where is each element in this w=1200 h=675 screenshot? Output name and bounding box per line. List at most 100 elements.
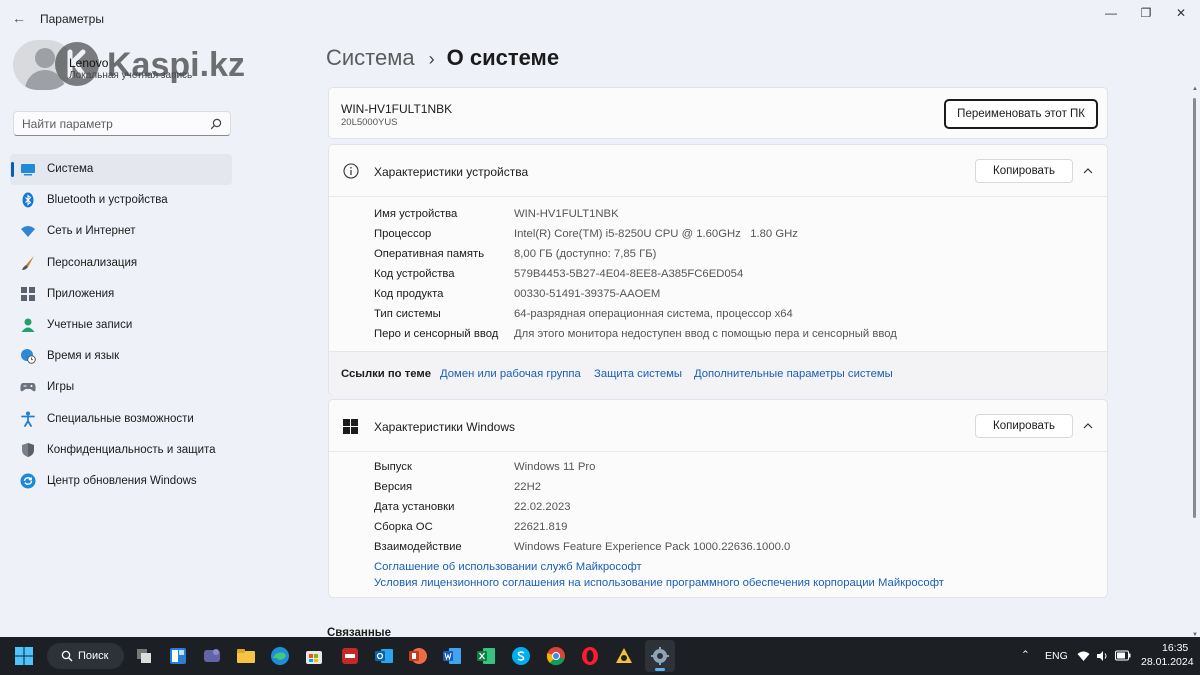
domain-workgroup-link[interactable]: Домен или рабочая группа bbox=[440, 368, 581, 380]
profile-account-type: Локальная учетная запись bbox=[69, 70, 193, 81]
spec-key: Код продукта bbox=[374, 288, 444, 300]
pdf-app-icon[interactable] bbox=[340, 646, 360, 666]
copy-windows-specs-button[interactable]: Копировать bbox=[975, 414, 1073, 438]
sidebar-item-network[interactable]: Сеть и Интернет bbox=[10, 216, 232, 247]
file-explorer-icon[interactable] bbox=[236, 646, 256, 666]
start-icon[interactable] bbox=[14, 646, 34, 666]
sidebar-item-privacy[interactable]: Конфиденциальность и защита bbox=[10, 435, 232, 466]
page-title: О системе bbox=[446, 45, 560, 70]
close-icon[interactable]: ✕ bbox=[1166, 4, 1196, 22]
spec-value: 579B4453-5B27-4E04-8EE8-A385FC6ED054 bbox=[514, 268, 744, 280]
active-app-indicator bbox=[655, 668, 665, 671]
chat-icon[interactable] bbox=[202, 646, 222, 666]
search-box[interactable] bbox=[13, 111, 231, 136]
sidebar-item-label: Приложения bbox=[47, 287, 115, 300]
active-indicator bbox=[11, 162, 14, 177]
sidebar-nav: Система Bluetooth и устройства Сеть и Ин… bbox=[10, 154, 232, 497]
taskbar-search[interactable]: Поиск bbox=[47, 643, 124, 669]
opera-icon[interactable] bbox=[580, 646, 600, 666]
device-specs-header[interactable]: Характеристики устройства Копировать bbox=[329, 145, 1107, 197]
pc-name: WIN-HV1FULT1NBK bbox=[341, 102, 453, 116]
windows-specs-list: Выпуск Windows 11 Pro Версия 22H2 Дата уст… bbox=[374, 458, 1094, 558]
sidebar-item-label: Персонализация bbox=[47, 256, 138, 269]
wifi-status-icon[interactable] bbox=[1077, 650, 1090, 662]
scroll-up-icon[interactable]: ▲ bbox=[1192, 86, 1198, 92]
sidebar-item-gaming[interactable]: Игры bbox=[10, 372, 232, 403]
back-arrow-icon[interactable]: ← bbox=[10, 9, 28, 27]
sidebar-item-label: Bluetooth и устройства bbox=[47, 194, 168, 207]
spec-value: 64-разрядная операционная система, проце… bbox=[514, 308, 793, 320]
task-view-icon[interactable] bbox=[134, 646, 154, 666]
excel-icon[interactable] bbox=[476, 646, 496, 666]
spec-value: WIN-HV1FULT1NBK bbox=[514, 208, 619, 220]
spec-row: Оперативная память 8,00 ГБ (доступно: 7,8… bbox=[374, 245, 1094, 265]
spec-row: Дата установки 22.02.2023 bbox=[374, 498, 1094, 518]
device-specs-list: Имя устройства WIN-HV1FULT1NBK Процессор I… bbox=[374, 205, 1094, 345]
sidebar-item-label: Специальные возможности bbox=[47, 412, 194, 425]
powerpoint-icon[interactable] bbox=[408, 646, 428, 666]
skype-icon[interactable] bbox=[511, 646, 531, 666]
scrollbar[interactable]: ▲ ▼ bbox=[1192, 86, 1198, 638]
maximize-icon[interactable]: ❐ bbox=[1131, 4, 1161, 22]
update-icon bbox=[20, 473, 36, 489]
search-input[interactable] bbox=[22, 116, 202, 132]
copy-device-specs-button[interactable]: Копировать bbox=[975, 159, 1073, 183]
settings-gear-icon bbox=[651, 647, 669, 665]
pc-name-card: WIN-HV1FULT1NBK 20L5000YUS Переименовать… bbox=[328, 87, 1108, 139]
battery-icon[interactable] bbox=[1115, 650, 1131, 661]
outlook-icon[interactable] bbox=[374, 646, 394, 666]
services-agreement-link[interactable]: Соглашение об использовании служб Майкро… bbox=[374, 561, 642, 573]
wifi-icon bbox=[21, 226, 35, 238]
minimize-icon[interactable]: — bbox=[1096, 4, 1126, 22]
spec-row: Имя устройства WIN-HV1FULT1NBK bbox=[374, 205, 1094, 225]
sidebar-item-personalization[interactable]: Персонализация bbox=[10, 248, 232, 279]
system-protection-link[interactable]: Защита системы bbox=[594, 368, 682, 380]
breadcrumb-parent[interactable]: Система bbox=[326, 45, 415, 70]
volume-icon[interactable] bbox=[1096, 650, 1109, 662]
spec-value: 22H2 bbox=[514, 481, 542, 493]
sidebar-item-system[interactable]: Система bbox=[10, 154, 232, 186]
advanced-system-settings-link[interactable]: Дополнительные параметры системы bbox=[694, 368, 893, 380]
clock-date[interactable]: 28.01.2024 bbox=[1141, 656, 1194, 668]
sidebar-item-bluetooth[interactable]: Bluetooth и устройства bbox=[10, 185, 232, 216]
clock-time[interactable]: 16:35 bbox=[1162, 642, 1188, 654]
media-app-icon[interactable] bbox=[614, 646, 634, 666]
breadcrumb: Система › О системе bbox=[326, 45, 559, 71]
search-icon[interactable] bbox=[210, 118, 222, 130]
spec-value: 8,00 ГБ (доступно: 7,85 ГБ) bbox=[514, 248, 657, 260]
sidebar-item-label: Сеть и Интернет bbox=[47, 225, 136, 238]
language-indicator[interactable]: ENG bbox=[1045, 650, 1068, 662]
spec-row: Сборка ОС 22621.819 bbox=[374, 518, 1094, 538]
windows-specs-header[interactable]: Характеристики Windows Копировать bbox=[329, 400, 1107, 452]
chevron-up-icon[interactable] bbox=[1081, 164, 1095, 178]
store-icon[interactable] bbox=[304, 646, 324, 666]
spec-row: Перо и сенсорный ввод Для этого монитора … bbox=[374, 325, 1094, 345]
license-terms-link[interactable]: Условия лицензионного соглашения на испо… bbox=[374, 577, 944, 589]
spec-key: Оперативная память bbox=[374, 248, 485, 260]
sidebar-item-time-language[interactable]: Время и язык bbox=[10, 341, 232, 372]
tray-chevron-up-icon[interactable]: ⌃ bbox=[1021, 649, 1030, 661]
windows-specs-title: Характеристики Windows bbox=[374, 420, 515, 434]
spec-key: Перо и сенсорный ввод bbox=[374, 328, 499, 340]
spec-value: 00330-51491-39375-AAOEM bbox=[514, 288, 661, 300]
rename-pc-button[interactable]: Переименовать этот ПК bbox=[944, 99, 1098, 129]
sidebar-item-windows-update[interactable]: Центр обновления Windows bbox=[10, 466, 232, 497]
sidebar-item-accounts[interactable]: Учетные записи bbox=[10, 310, 232, 341]
sidebar-item-accessibility[interactable]: Специальные возможности bbox=[10, 404, 232, 435]
widgets-icon[interactable] bbox=[168, 646, 188, 666]
spec-row: Код устройства 579B4453-5B27-4E04-8EE8-A3… bbox=[374, 265, 1094, 285]
spec-key: Выпуск bbox=[374, 461, 412, 473]
word-icon[interactable] bbox=[442, 646, 462, 666]
chevron-up-icon[interactable] bbox=[1081, 419, 1095, 433]
settings-taskbar-button[interactable] bbox=[645, 640, 675, 672]
sidebar-item-apps[interactable]: Приложения bbox=[10, 279, 232, 310]
related-links-title: Ссылки по теме bbox=[341, 368, 432, 380]
sidebar-item-label: Игры bbox=[47, 381, 75, 394]
apps-icon bbox=[21, 286, 35, 301]
chrome-icon[interactable] bbox=[546, 646, 566, 666]
scrollbar-thumb[interactable] bbox=[1193, 98, 1196, 518]
device-specs-card: Характеристики устройства Копировать Имя… bbox=[328, 144, 1108, 396]
spec-row: Тип системы 64-разрядная операционная сис… bbox=[374, 305, 1094, 325]
edge-icon[interactable] bbox=[270, 646, 290, 666]
profile[interactable]: Kaspi.kz Lenovo Локальная учетная запись bbox=[13, 40, 273, 100]
